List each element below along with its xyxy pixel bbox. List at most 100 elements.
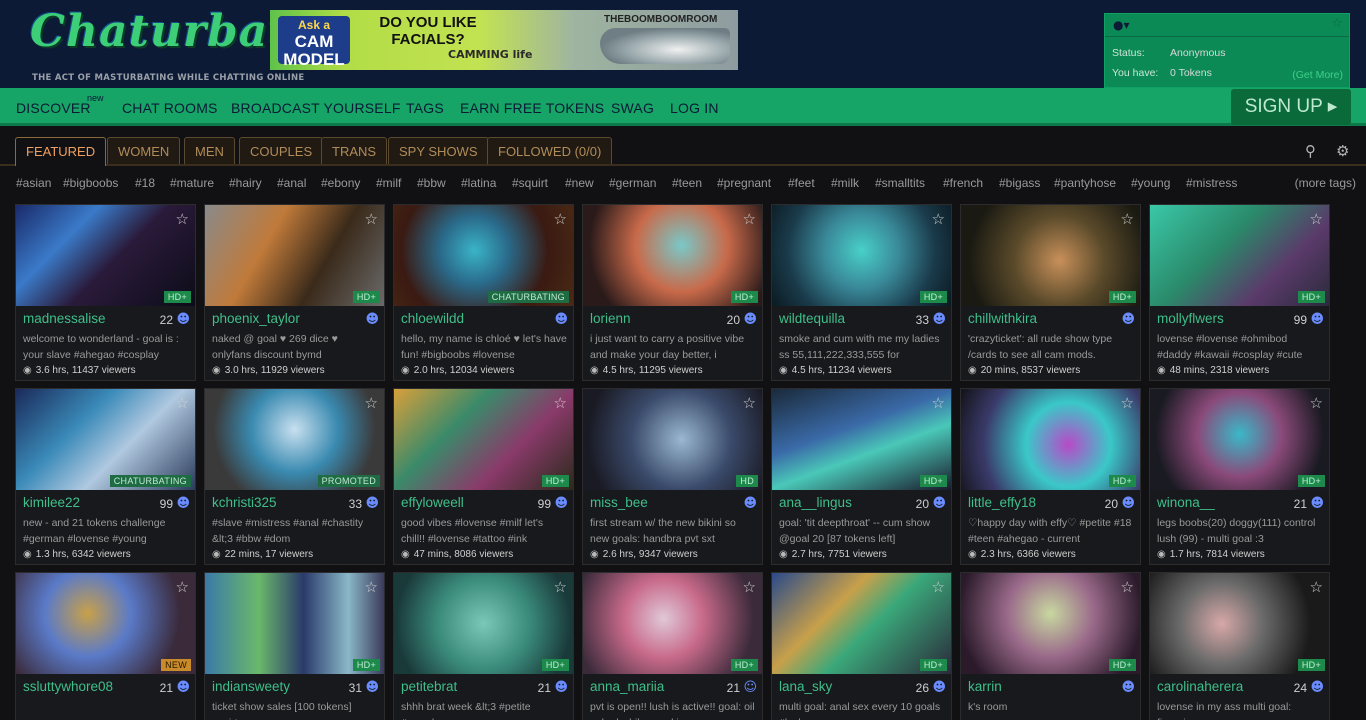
room-thumbnail[interactable] [583,389,762,490]
room-username[interactable]: kimilee22 [23,495,80,510]
tag-link[interactable]: #bigboobs [63,176,118,190]
room-card[interactable]: ☆ HD+ winona__ 21 ☻ legs boobs(20) doggy(111)… [1149,388,1330,565]
room-username[interactable]: lana_sky [779,679,832,694]
tag-link[interactable]: #german [609,176,656,190]
room-card[interactable]: ☆ HD+ karrin ☻ k's room [960,572,1141,720]
star-icon[interactable]: ☆ [932,578,945,596]
tag-link[interactable]: #hairy [229,176,262,190]
search-icon[interactable]: ⚲ [1305,142,1316,160]
room-card[interactable]: ☆ HD+ mollyflwers 99 ☻ lovense #lovense #ohmi… [1149,204,1330,381]
star-icon[interactable]: ☆ [1310,210,1323,228]
room-card[interactable]: ☆ HD+ ana__lingus 20 ☻ goal: 'tit deepthroat'… [771,388,952,565]
star-icon[interactable]: ☆ [176,394,189,412]
room-username[interactable]: carolinaherera [1157,679,1243,694]
tag-link[interactable]: #anal [277,176,306,190]
room-card[interactable]: ☆ HD+ petitebrat 21 ☻ shhh brat week &lt;3 #p… [393,572,574,720]
tab-trans[interactable]: TRANS [321,137,388,164]
star-icon[interactable]: ☆ [1310,394,1323,412]
tag-link[interactable]: #teen [672,176,702,190]
star-icon[interactable]: ☆ [743,394,756,412]
star-icon[interactable]: ☆ [1310,578,1323,596]
star-icon[interactable]: ☆ [1121,394,1134,412]
room-card[interactable]: ☆ HD+ wildtequilla 33 ☻ smoke and cum with me… [771,204,952,381]
tab-followed[interactable]: FOLLOWED (0/0) [487,137,613,164]
room-username[interactable]: kchristi325 [212,495,277,510]
room-username[interactable]: chillwithkira [968,311,1037,326]
room-card[interactable]: ☆ CHATURBATING chloewildd ☻ hello, my name i… [393,204,574,381]
star-icon[interactable]: ☆ [1121,210,1134,228]
tag-link[interactable]: #milk [831,176,859,190]
room-card[interactable]: ☆ CHATURBATING kimilee22 99 ☻ new - and 21 to… [15,388,196,565]
room-username[interactable]: winona__ [1157,495,1215,510]
get-more-tokens-link[interactable]: (Get More) [1292,69,1343,81]
star-icon[interactable]: ☆ [743,578,756,596]
nav-earn-tokens[interactable]: EARN FREE TOKENS [460,100,604,116]
room-username[interactable]: ana__lingus [779,495,852,510]
nav-chat-rooms[interactable]: CHAT ROOMS [122,100,218,116]
room-card[interactable]: ☆ HD+ chillwithkira ☻ 'crazyticket': all rud… [960,204,1141,381]
room-card[interactable]: ☆ HD+ phoenix_taylor ☻ naked @ goal ♥ 269 di… [204,204,385,381]
room-username[interactable]: karrin [968,679,1002,694]
room-username[interactable]: phoenix_taylor [212,311,300,326]
room-username[interactable]: miss_bee [590,495,648,510]
room-card[interactable]: ☆ HD+ carolinaherera 24 ☻ lovense in my ass m… [1149,572,1330,720]
nav-discover[interactable]: DISCOVER [16,100,91,116]
tag-link[interactable]: #new [565,176,594,190]
room-card[interactable]: ☆ HD+ lorienn 20 ☻ i just want to carry a pos… [582,204,763,381]
tag-link[interactable]: #smalltits [875,176,925,190]
nav-swag[interactable]: SWAG [611,100,654,116]
star-icon[interactable]: ☆ [554,210,567,228]
room-username[interactable]: indiansweety [212,679,290,694]
tag-link[interactable]: #pregnant [717,176,771,190]
tag-link[interactable]: #latina [461,176,496,190]
room-username[interactable]: petitebrat [401,679,457,694]
room-card[interactable]: ☆ NEW ssluttywhore08 21 ☻ [15,572,196,720]
room-username[interactable]: wildtequilla [779,311,845,326]
room-card[interactable]: ☆ HD+ little_effy18 20 ☻ ♡happy day with effy… [960,388,1141,565]
room-card[interactable]: ☆ HD+ anna_mariia 21 ☺ pvt is open!! lush is … [582,572,763,720]
nav-broadcast[interactable]: BROADCAST YOURSELF [231,100,401,116]
signup-button[interactable]: SIGN UP ▸ [1231,89,1351,125]
tag-link[interactable]: #squirt [512,176,548,190]
tag-link[interactable]: #pantyhose [1054,176,1116,190]
room-card[interactable]: ☆ HD+ indiansweety 31 ☻ ticket show sales [10… [204,572,385,720]
room-card[interactable]: ☆ HD+ madnessalise 22 ☻ welcome to wonderland… [15,204,196,381]
room-username[interactable]: anna_mariia [590,679,664,694]
tag-link[interactable]: #bigass [999,176,1040,190]
room-username[interactable]: mollyflwers [1157,311,1224,326]
nav-tags[interactable]: TAGS [406,100,444,116]
gear-icon[interactable]: ⚙ [1336,142,1349,160]
tab-spy-shows[interactable]: SPY SHOWS [388,137,489,164]
tag-link[interactable]: #ebony [321,176,360,190]
favorite-star-icon[interactable]: ☆ [1331,16,1343,31]
tag-link[interactable]: #young [1131,176,1170,190]
tag-link[interactable]: #bbw [417,176,446,190]
tab-couples[interactable]: COUPLES [239,137,324,164]
tag-link[interactable]: #french [943,176,983,190]
room-username[interactable]: chloewildd [401,311,464,326]
tab-featured[interactable]: FEATURED [15,137,107,166]
room-username[interactable]: madnessalise [23,311,106,326]
star-icon[interactable]: ☆ [932,394,945,412]
tag-link[interactable]: #feet [788,176,815,190]
room-username[interactable]: effyloweell [401,495,464,510]
room-card[interactable]: ☆ PROMOTED kchristi325 33 ☻ #slave #mistress … [204,388,385,565]
room-username[interactable]: little_effy18 [968,495,1036,510]
ad-banner[interactable]: Ask a CAM MODEL DO YOU LIKE FACIALS? CAM… [270,10,738,70]
room-card[interactable]: ☆ HD+ effyloweell 99 ☻ good vibes #lovense #m… [393,388,574,565]
star-icon[interactable]: ☆ [176,578,189,596]
room-card[interactable]: ☆ HD+ lana_sky 26 ☻ multi goal: anal sex ever… [771,572,952,720]
tab-women[interactable]: WOMEN [107,137,181,164]
star-icon[interactable]: ☆ [554,394,567,412]
star-icon[interactable]: ☆ [176,210,189,228]
tag-link[interactable]: #mistress [1186,176,1237,190]
star-icon[interactable]: ☆ [932,210,945,228]
user-menu-bar[interactable]: ●▾ ☆ [1105,14,1349,37]
tag-link[interactable]: #mature [170,176,214,190]
nav-login[interactable]: LOG IN [670,100,719,116]
room-card[interactable]: ☆ HD miss_bee ☻ first stream w/ the new biki… [582,388,763,565]
star-icon[interactable]: ☆ [554,578,567,596]
star-icon[interactable]: ☆ [1121,578,1134,596]
tag-link[interactable]: #18 [135,176,155,190]
star-icon[interactable]: ☆ [365,394,378,412]
